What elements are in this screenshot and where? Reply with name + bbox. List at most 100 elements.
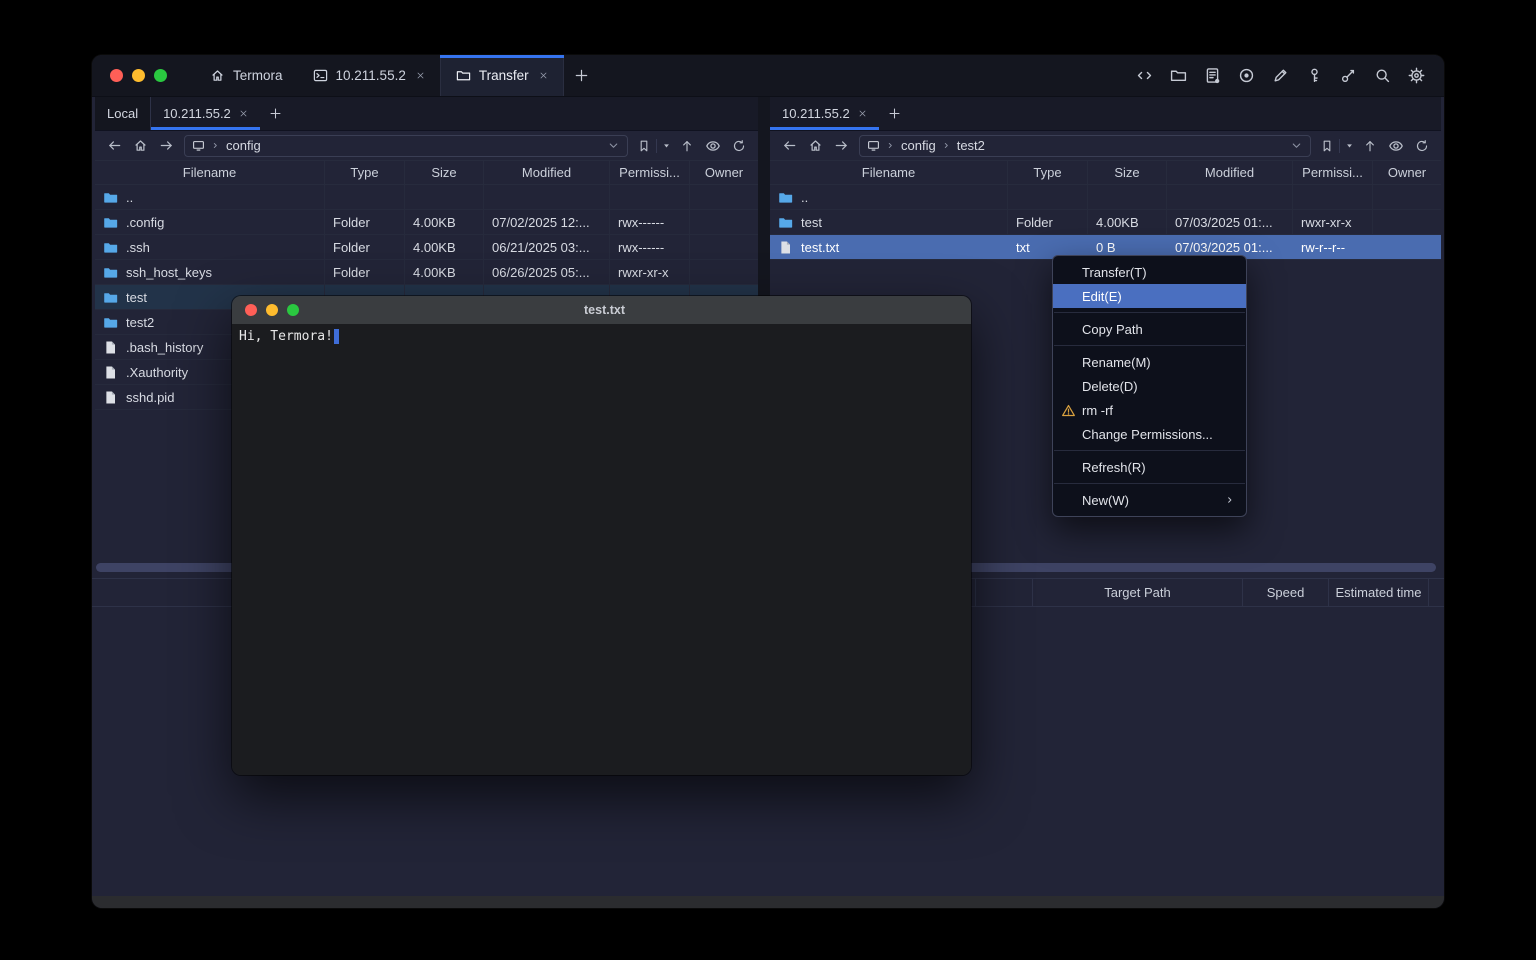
menu-item-rm-rf[interactable]: rm -rf	[1053, 398, 1246, 422]
tab-10-211-55-2[interactable]: 10.211.55.2	[770, 97, 879, 130]
file-name: test.txt	[801, 240, 839, 255]
close-tab-icon[interactable]	[239, 109, 248, 118]
left-address-bar[interactable]: config	[184, 135, 628, 157]
new-app-tab-button[interactable]	[564, 55, 600, 96]
toolbar-record-button[interactable]	[1234, 64, 1258, 88]
folder-icon	[103, 240, 118, 255]
file-row-test[interactable]: testFolder4.00KB07/03/2025 01:...rwxr-xr…	[770, 210, 1441, 235]
new-panel-tab-button[interactable]	[879, 97, 911, 130]
editor-zoom-button[interactable]	[287, 304, 299, 316]
toolbar-keychain-button[interactable]	[1336, 64, 1360, 88]
breadcrumb-segment[interactable]: config	[901, 138, 936, 153]
editor-content[interactable]: Hi, Termora!	[232, 324, 971, 775]
refresh-button[interactable]	[727, 134, 751, 158]
file-owner-cell	[1372, 210, 1441, 234]
chevron-right-icon	[210, 140, 221, 151]
file-row-ssh-host-keys[interactable]: ssh_host_keysFolder4.00KB06/26/2025 05:.…	[95, 260, 758, 285]
file-name: .config	[126, 215, 164, 230]
home-icon	[808, 138, 823, 153]
forward-button[interactable]	[829, 134, 853, 158]
editor-minimize-button[interactable]	[266, 304, 278, 316]
close-tab-icon[interactable]	[858, 109, 867, 118]
column-header-permissi[interactable]: Permissi...	[609, 161, 689, 184]
folder-icon	[103, 290, 118, 305]
column-header-permissi[interactable]: Permissi...	[1292, 161, 1372, 184]
up-directory-button[interactable]	[1358, 134, 1382, 158]
back-button[interactable]	[777, 134, 801, 158]
menu-item-edit-e[interactable]: Edit(E)	[1053, 284, 1246, 308]
column-header-modified[interactable]: Modified	[1166, 161, 1292, 184]
app-tab-transfer[interactable]: Transfer	[440, 55, 564, 96]
menu-item-refresh-r[interactable]: Refresh(R)	[1053, 455, 1246, 479]
home-button[interactable]	[128, 134, 152, 158]
close-tab-icon[interactable]	[416, 71, 425, 80]
file-row-[interactable]: ..	[95, 185, 758, 210]
toolbar-search-button[interactable]	[1370, 64, 1394, 88]
toolbar-folder-button[interactable]	[1166, 64, 1190, 88]
toolbar-log-button[interactable]	[1200, 64, 1224, 88]
menu-separator	[1054, 345, 1245, 346]
chevron-down-icon[interactable]	[1290, 139, 1303, 152]
file-name: .bash_history	[126, 340, 203, 355]
forward-button[interactable]	[154, 134, 178, 158]
breadcrumb-segment[interactable]: test2	[957, 138, 985, 153]
column-header-size[interactable]: Size	[1087, 161, 1166, 184]
close-tab-icon[interactable]	[539, 71, 548, 80]
menu-item-new-w[interactable]: New(W)	[1053, 488, 1246, 512]
menu-item-change-permissions[interactable]: Change Permissions...	[1053, 422, 1246, 446]
right-address-bar[interactable]: config test2	[859, 135, 1311, 157]
menu-item-rename-m[interactable]: Rename(M)	[1053, 350, 1246, 374]
show-hidden-files-button[interactable]	[1384, 134, 1408, 158]
toolbar-gear-button[interactable]	[1404, 64, 1428, 88]
file-permissions-cell: rwxr-xr-x	[1292, 210, 1372, 234]
app-tab-10-211-55-2[interactable]: 10.211.55.2	[298, 55, 440, 96]
key-icon	[1306, 67, 1323, 84]
close-window-button[interactable]	[110, 69, 123, 82]
minimize-window-button[interactable]	[132, 69, 145, 82]
bookmark-button[interactable]	[1317, 134, 1337, 158]
column-header-type[interactable]: Type	[1007, 161, 1087, 184]
tab-local[interactable]: Local	[95, 97, 151, 130]
column-header-modified[interactable]: Modified	[483, 161, 609, 184]
file-row-ssh[interactable]: .sshFolder4.00KB06/21/2025 03:...rwx----…	[95, 235, 758, 260]
menu-item-transfer-t[interactable]: Transfer(T)	[1053, 260, 1246, 284]
column-header-filename[interactable]: Filename	[770, 161, 1007, 184]
show-hidden-files-button[interactable]	[701, 134, 725, 158]
column-header-filename[interactable]: Filename	[95, 161, 324, 184]
column-header-type[interactable]: Type	[324, 161, 404, 184]
menu-item-copy-path[interactable]: Copy Path	[1053, 317, 1246, 341]
editor-titlebar[interactable]: test.txt	[232, 296, 971, 324]
folder-icon	[778, 190, 793, 205]
toolbar-code-button[interactable]	[1132, 64, 1156, 88]
close-icon	[416, 71, 425, 80]
home-button[interactable]	[803, 134, 827, 158]
column-header-owner[interactable]: Owner	[1372, 161, 1441, 184]
tab-10-211-55-2[interactable]: 10.211.55.2	[151, 97, 260, 130]
column-header-size[interactable]: Size	[404, 161, 483, 184]
chevron-right-icon	[941, 140, 952, 151]
up-directory-button[interactable]	[675, 134, 699, 158]
menu-item-delete-d[interactable]: Delete(D)	[1053, 374, 1246, 398]
zoom-window-button[interactable]	[154, 69, 167, 82]
new-panel-tab-button[interactable]	[260, 97, 292, 130]
eye-icon	[705, 138, 721, 154]
app-tab-termora[interactable]: Termora	[195, 55, 298, 96]
editor-close-button[interactable]	[245, 304, 257, 316]
file-row-config[interactable]: .configFolder4.00KB07/02/2025 12:...rwx-…	[95, 210, 758, 235]
menu-item-label: Rename(M)	[1082, 355, 1151, 370]
toolbar-pencil-button[interactable]	[1268, 64, 1292, 88]
bookmark-dropdown-button[interactable]	[1342, 134, 1356, 158]
file-type-cell: Folder	[324, 235, 404, 259]
column-header-owner[interactable]: Owner	[689, 161, 758, 184]
file-row-[interactable]: ..	[770, 185, 1441, 210]
breadcrumb-segment[interactable]: config	[226, 138, 261, 153]
file-name-cell: test	[770, 210, 1007, 234]
toolbar-key-button[interactable]	[1302, 64, 1326, 88]
refresh-button[interactable]	[1410, 134, 1434, 158]
bookmark-button[interactable]	[634, 134, 654, 158]
chevron-down-icon[interactable]	[607, 139, 620, 152]
plus-icon	[269, 107, 282, 120]
back-button[interactable]	[102, 134, 126, 158]
bookmark-dropdown-button[interactable]	[659, 134, 673, 158]
file-owner-cell	[689, 260, 758, 284]
